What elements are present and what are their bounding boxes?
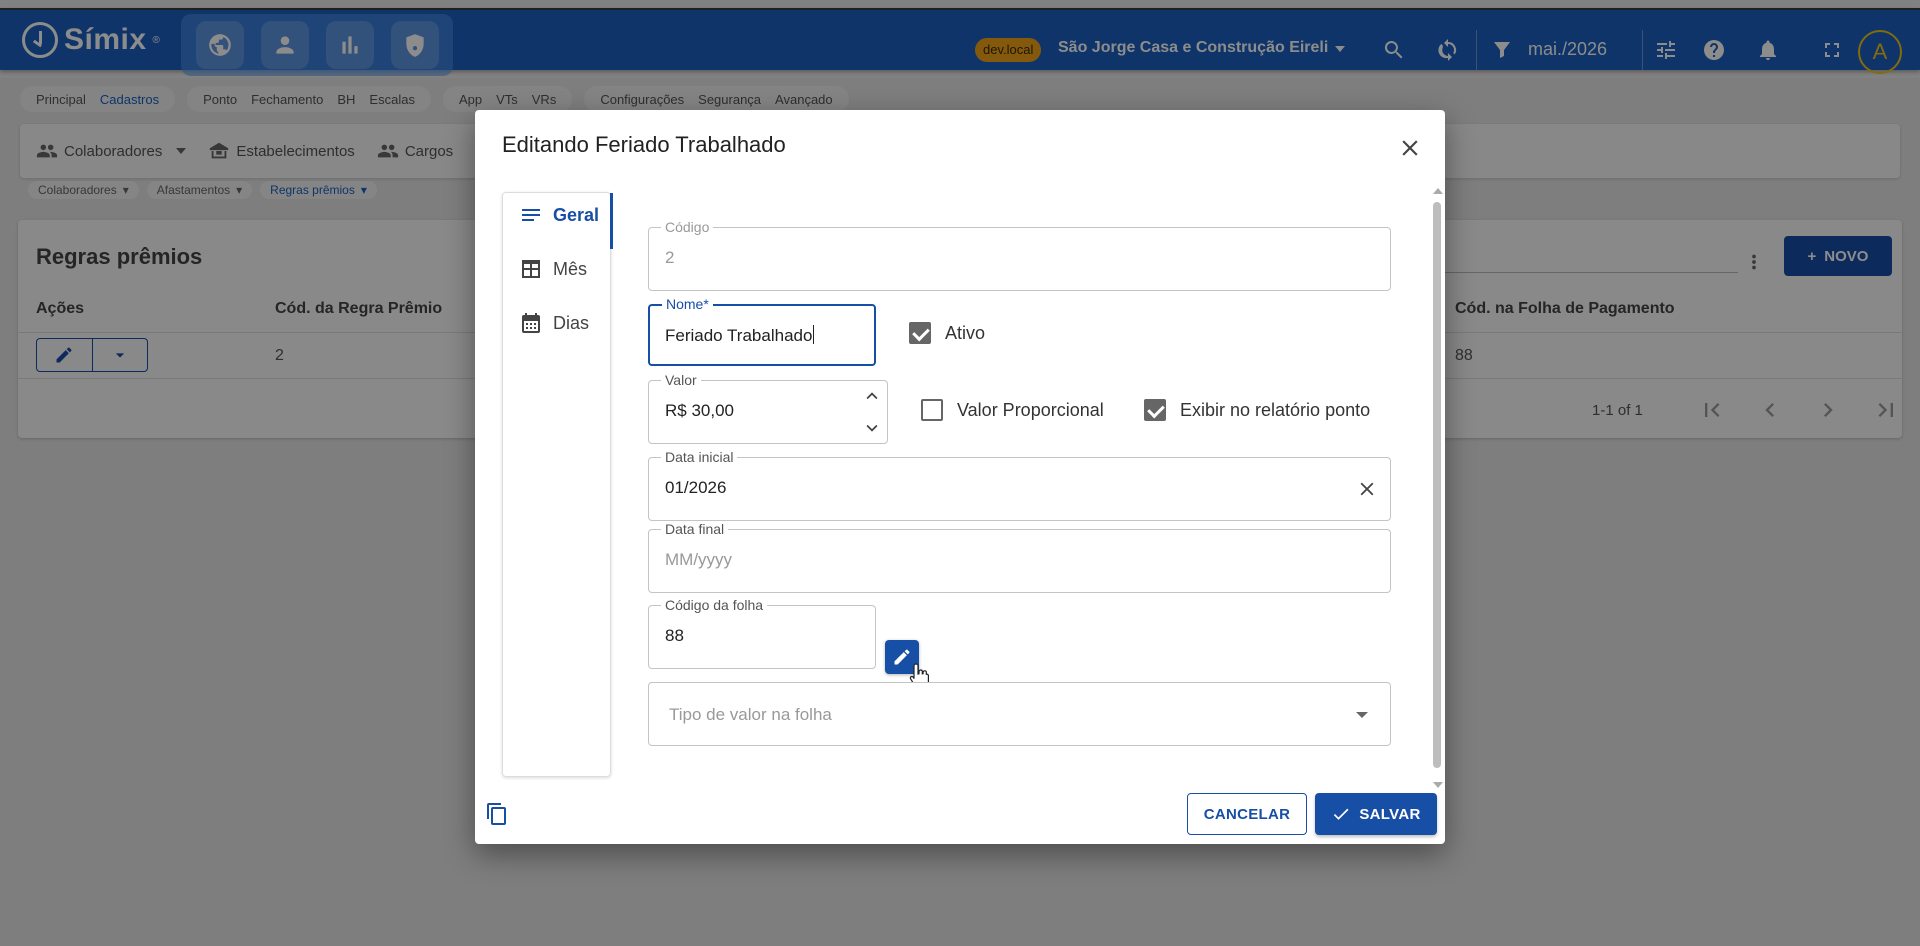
tipo-valor-placeholder: Tipo de valor na folha: [669, 705, 832, 724]
check-icon: [1334, 808, 1349, 820]
codigo-folha-label: Código da folha: [661, 597, 768, 613]
save-button[interactable]: SALVAR: [1315, 793, 1437, 835]
dialog-title: Editando Feriado Trabalhado: [502, 132, 786, 157]
data-final-placeholder: MM/yyyy: [665, 550, 733, 569]
scroll-down-arrow[interactable]: [1433, 782, 1443, 788]
codigo-field: Código 2: [648, 219, 1391, 291]
valor-stepper: [861, 385, 883, 441]
exibir-relatorio-checkbox[interactable]: Exibir no relatório ponto: [1144, 399, 1370, 421]
tab-dias-label: Dias: [553, 312, 590, 333]
codigo-folha-field[interactable]: Código da folha 88: [648, 597, 876, 669]
cancel-label: CANCELAR: [1203, 805, 1291, 823]
dialog-tabs: Geral Mês Dias: [502, 192, 613, 777]
tipo-valor-select[interactable]: Tipo de valor na folha: [648, 682, 1391, 746]
checkbox-checked-icon[interactable]: [1144, 399, 1166, 421]
save-label: SALVAR: [1359, 805, 1421, 823]
valor-proporcional-checkbox[interactable]: Valor Proporcional: [921, 399, 1104, 421]
valor-field[interactable]: Valor R$ 30,00: [648, 372, 888, 444]
ativo-label: Ativo: [945, 322, 986, 343]
arrow-drop-down-icon[interactable]: [1356, 712, 1368, 718]
scroll-thumb[interactable]: [1433, 202, 1441, 768]
data-final-label: Data final: [661, 521, 729, 537]
dialog-scrollbar[interactable]: [1432, 188, 1443, 788]
nome-input-wrap: Feriado Trabalhado: [665, 325, 815, 346]
copy-icon[interactable]: [485, 802, 509, 826]
clear-icon[interactable]: [1356, 478, 1378, 500]
nome-field[interactable]: Nome* Feriado Trabalhado: [648, 296, 876, 366]
data-inicial-field[interactable]: Data inicial 01/2026: [648, 449, 1391, 521]
checkbox-unchecked-icon[interactable]: [921, 399, 943, 421]
scroll-up-arrow[interactable]: [1433, 188, 1443, 194]
notes-icon: [522, 209, 540, 221]
codigo-folha-value: 88: [665, 626, 684, 645]
tab-dias[interactable]: Dias: [503, 301, 611, 345]
codigo-value: 2: [665, 248, 675, 267]
table-icon: [522, 260, 540, 278]
cancel-button[interactable]: CANCELAR: [1187, 793, 1307, 835]
data-inicial-label: Data inicial: [661, 449, 738, 465]
valor-proporcional-label: Valor Proporcional: [957, 399, 1104, 420]
nome-value: Feriado Trabalhado: [665, 326, 813, 345]
tab-mes[interactable]: Mês: [503, 247, 611, 291]
valor-value: R$ 30,00: [665, 401, 734, 420]
tab-mes-label: Mês: [553, 258, 588, 279]
close-icon[interactable]: [1396, 134, 1424, 162]
chevron-down-icon[interactable]: [861, 417, 883, 439]
tab-geral[interactable]: Geral: [503, 193, 613, 249]
edit-dialog: Editando Feriado Trabalhado Geral Mês Di…: [475, 110, 1445, 844]
checkbox-checked-icon[interactable]: [909, 322, 931, 344]
ativo-checkbox[interactable]: Ativo: [909, 322, 985, 344]
chevron-up-icon[interactable]: [861, 385, 883, 407]
valor-label: Valor: [661, 372, 701, 388]
exibir-relatorio-label: Exibir no relatório ponto: [1180, 399, 1371, 420]
tab-geral-label: Geral: [553, 204, 600, 225]
text-caret: [813, 325, 815, 344]
data-inicial-value: 01/2026: [665, 478, 727, 497]
codigo-label: Código: [661, 219, 714, 235]
calendar-icon: [522, 313, 540, 333]
data-final-field[interactable]: Data final MM/yyyy: [648, 521, 1391, 593]
nome-label: Nome*: [662, 296, 713, 312]
